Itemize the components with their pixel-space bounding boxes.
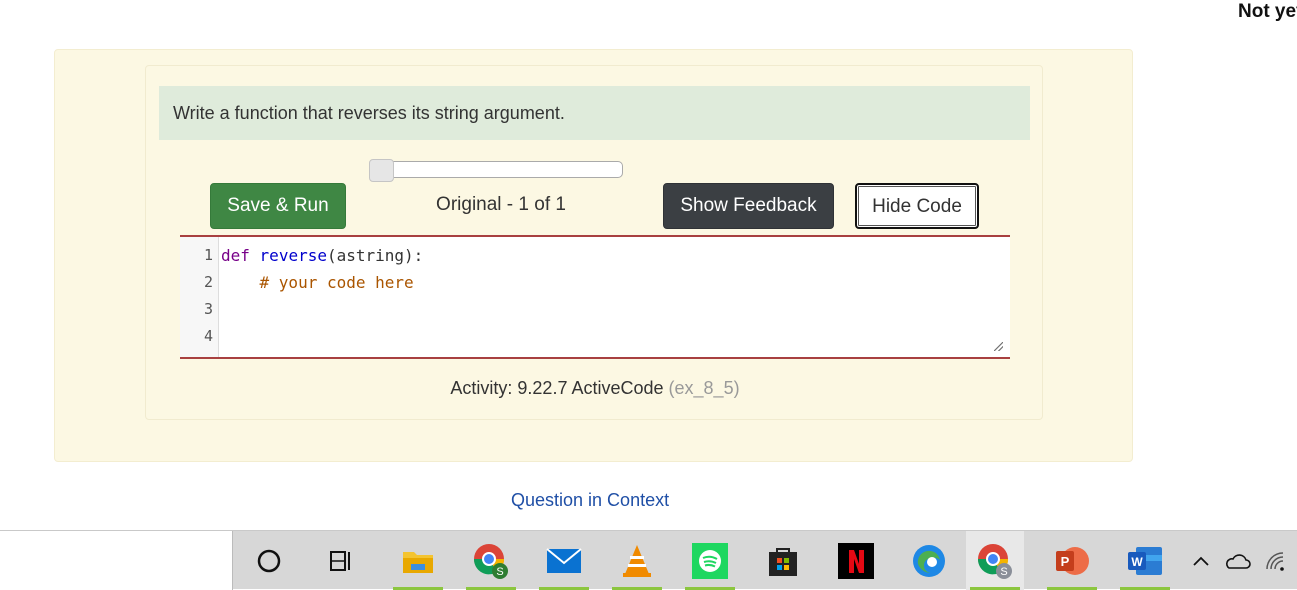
history-slider-handle[interactable]: [369, 159, 394, 182]
version-label: Original - 1 of 1: [436, 194, 566, 215]
line-number: 1: [203, 246, 213, 264]
powerpoint-icon[interactable]: P: [1043, 531, 1101, 590]
svg-text:S: S: [496, 566, 503, 578]
task-view-icon[interactable]: [312, 531, 370, 590]
function-signature: (astring):: [326, 246, 424, 265]
file-explorer-icon[interactable]: [389, 531, 447, 590]
svg-text:W: W: [1131, 555, 1143, 569]
windows-taskbar: S S P W: [0, 530, 1297, 590]
activecode-panel: Write a function that reverses its strin…: [54, 49, 1133, 462]
search-circle-icon[interactable]: [240, 531, 298, 590]
line-number: 2: [203, 273, 213, 291]
save-and-run-button[interactable]: Save & Run: [210, 183, 346, 229]
code-line-2[interactable]: # your code here: [221, 269, 414, 296]
wifi-icon[interactable]: [1262, 547, 1292, 575]
mail-icon[interactable]: [535, 531, 593, 590]
chrome-profile-icon[interactable]: S: [966, 531, 1024, 590]
chevron-up-icon[interactable]: [1186, 547, 1216, 575]
activity-title: Activity: 9.22.7 ActiveCode: [450, 378, 664, 398]
line-number: 3: [203, 300, 213, 318]
word-icon[interactable]: W: [1116, 531, 1174, 590]
code-editor[interactable]: 1 2 3 4 def reverse(astring): # your cod…: [180, 235, 1010, 359]
activecode-card: Write a function that reverses its strin…: [145, 65, 1043, 420]
spotify-icon[interactable]: [681, 531, 739, 590]
vlc-icon[interactable]: [608, 531, 666, 590]
taskbar-search-box[interactable]: [0, 531, 233, 590]
question-in-context-link[interactable]: Question in Context: [511, 490, 669, 511]
question-prompt: Write a function that reverses its strin…: [159, 86, 1030, 140]
hide-code-button[interactable]: Hide Code: [855, 183, 979, 229]
code-comment: # your code here: [259, 273, 414, 292]
edge-icon[interactable]: [900, 531, 958, 590]
editor-resize-handle[interactable]: [994, 342, 1003, 351]
keyword-def: def: [221, 246, 250, 265]
svg-text:S: S: [1000, 566, 1007, 578]
store-icon[interactable]: [754, 531, 812, 590]
onedrive-cloud-icon[interactable]: [1222, 547, 1252, 575]
chrome-icon[interactable]: S: [462, 531, 520, 590]
history-slider[interactable]: [369, 159, 623, 182]
line-number: 4: [203, 327, 213, 345]
svg-text:P: P: [1061, 554, 1070, 569]
code-line-1[interactable]: def reverse(astring):: [221, 242, 423, 269]
not-yet-status: Not yet: [1238, 1, 1297, 22]
netflix-icon[interactable]: [827, 531, 885, 590]
activity-label: Activity: 9.22.7 ActiveCode (ex_8_5): [146, 378, 1044, 399]
activity-id: (ex_8_5): [668, 378, 740, 398]
function-name: reverse: [259, 246, 327, 265]
line-number-gutter: 1 2 3 4: [180, 237, 219, 357]
show-feedback-button[interactable]: Show Feedback: [663, 183, 834, 229]
